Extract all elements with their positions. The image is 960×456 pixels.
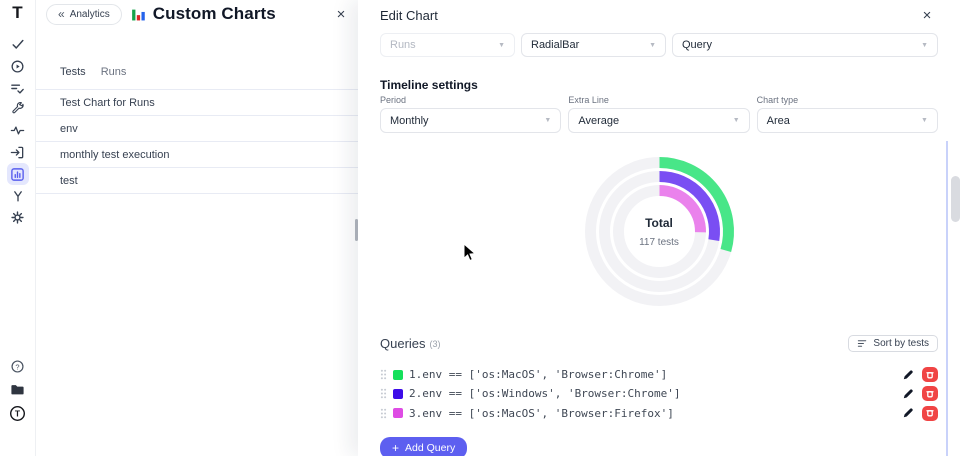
run-circle-icon[interactable]: [7, 55, 29, 77]
trash-icon: [925, 408, 935, 418]
chart-type-label: Chart type: [757, 95, 938, 105]
chart-type-select[interactable]: RadialBar ▼: [521, 33, 666, 57]
query-expression: 2.env == ['os:Windows', 'Browser:Chrome'…: [409, 387, 681, 400]
period-select[interactable]: Monthly ▼: [380, 108, 561, 133]
plus-icon: +: [392, 442, 399, 454]
period-label: Period: [380, 95, 561, 105]
check-icon[interactable]: [7, 33, 29, 55]
edit-chart-close-icon[interactable]: ×: [918, 6, 936, 24]
back-label: Analytics: [70, 9, 110, 20]
chevron-down-icon: ▼: [913, 117, 928, 124]
list-tabs: Tests Runs: [36, 66, 358, 78]
help-icon[interactable]: ?: [7, 355, 29, 377]
chart-config-selects: Runs ▼ RadialBar ▼ Query ▼: [380, 33, 938, 57]
timeline-chart-type-select[interactable]: Area ▼: [757, 108, 938, 133]
app-logo[interactable]: T: [7, 2, 29, 24]
timeline-settings-row: Period Monthly ▼ Extra Line Average ▼ Ch…: [380, 95, 938, 133]
chart-list-item[interactable]: Test Chart for Runs: [36, 90, 358, 116]
charts-panel-header: « Analytics Custom Charts ×: [36, 0, 358, 28]
bar-chart-icon: [130, 6, 147, 23]
delete-query-button[interactable]: [922, 406, 938, 421]
app-window: T ?: [0, 0, 960, 456]
chart-type-field: Chart type Area ▼: [757, 95, 938, 133]
timeline-settings-heading: Timeline settings: [380, 78, 938, 92]
chart-list-item[interactable]: env: [36, 116, 358, 142]
edit-chart-title: Edit Chart: [380, 8, 438, 23]
edit-query-icon[interactable]: [901, 406, 915, 420]
scrollbar-track[interactable]: [946, 141, 948, 456]
queries-header: Queries (3) Sort by tests: [380, 335, 938, 352]
query-row: 1.env == ['os:MacOS', 'Browser:Chrome']: [380, 365, 938, 384]
extra-line-label: Extra Line: [568, 95, 749, 105]
query-expression: 1.env == ['os:MacOS', 'Browser:Chrome']: [409, 368, 667, 381]
chart-list-item[interactable]: monthly test execution: [36, 142, 358, 168]
chevron-down-icon: ▼: [913, 42, 928, 49]
trash-icon: [925, 389, 935, 399]
branch-icon[interactable]: [7, 185, 29, 207]
trash-icon: [925, 370, 935, 380]
radial-bar-chart: Total 117 tests: [572, 144, 747, 319]
query-row: 3.env == ['os:MacOS', 'Browser:Firefox']: [380, 404, 938, 423]
edit-query-icon[interactable]: [901, 368, 915, 382]
icon-sidebar: T ?: [0, 0, 36, 456]
page-title: Custom Charts: [153, 4, 276, 24]
tab-tests[interactable]: Tests: [60, 66, 86, 78]
extra-line-select[interactable]: Average ▼: [568, 108, 749, 133]
import-box-icon[interactable]: [7, 141, 29, 163]
query-color-swatch: [393, 370, 403, 380]
projects-folder-icon[interactable]: [7, 378, 29, 400]
chevron-down-icon: ▼: [490, 42, 505, 49]
delete-query-button[interactable]: [922, 386, 938, 401]
tab-runs[interactable]: Runs: [101, 66, 127, 78]
test-list-icon[interactable]: [7, 77, 29, 99]
chevron-down-icon: ▼: [536, 117, 551, 124]
query-row: 2.env == ['os:Windows', 'Browser:Chrome'…: [380, 384, 938, 403]
query-expression: 3.env == ['os:MacOS', 'Browser:Firefox']: [409, 407, 674, 420]
source-select[interactable]: Runs ▼: [380, 33, 515, 57]
scrollbar-thumb[interactable]: [951, 176, 960, 222]
drag-handle-icon[interactable]: [380, 408, 387, 419]
chevron-down-icon: ▼: [641, 42, 656, 49]
sort-by-tests-button[interactable]: Sort by tests: [848, 335, 938, 352]
edit-query-icon[interactable]: [901, 387, 915, 401]
edit-chart-panel: Edit Chart × Runs ▼ RadialBar ▼ Query ▼ …: [358, 0, 960, 456]
period-field: Period Monthly ▼: [380, 95, 561, 133]
svg-text:?: ?: [15, 362, 19, 371]
back-chevron-icon: «: [58, 8, 65, 20]
sort-icon: [857, 338, 868, 349]
query-color-swatch: [393, 408, 403, 418]
radial-chart-svg: [572, 144, 747, 319]
delete-query-button[interactable]: [922, 367, 938, 382]
query-color-swatch: [393, 389, 403, 399]
query-rows: 1.env == ['os:MacOS', 'Browser:Chrome'] …: [380, 365, 938, 423]
drag-handle-icon[interactable]: [380, 369, 387, 380]
radial-chart-area: Total 117 tests: [380, 140, 938, 323]
chart-list-item[interactable]: test: [36, 168, 358, 194]
svg-text:T: T: [15, 408, 21, 418]
activity-icon[interactable]: [7, 119, 29, 141]
drag-handle-icon[interactable]: [380, 388, 387, 399]
settings-gear-icon[interactable]: [7, 206, 29, 228]
back-to-analytics-button[interactable]: « Analytics: [46, 4, 122, 25]
extra-line-field: Extra Line Average ▼: [568, 95, 749, 133]
mode-select[interactable]: Query ▼: [672, 33, 938, 57]
profile-avatar[interactable]: T: [7, 402, 29, 424]
chevron-down-icon: ▼: [725, 117, 740, 124]
chart-list: Test Chart for Runs env monthly test exe…: [36, 89, 358, 194]
edit-chart-header: Edit Chart ×: [380, 0, 938, 27]
analytics-chart-icon[interactable]: [7, 163, 29, 185]
panel-title: Custom Charts: [130, 4, 276, 24]
tools-wrench-icon[interactable]: [7, 98, 29, 120]
panel-close-icon[interactable]: ×: [332, 5, 350, 23]
panel-resize-handle[interactable]: [355, 219, 358, 241]
queries-heading: Queries: [380, 336, 426, 351]
add-query-button[interactable]: + Add Query: [380, 437, 467, 456]
queries-count: (3): [430, 339, 441, 349]
charts-list-panel: « Analytics Custom Charts × Tests Runs T…: [36, 0, 358, 456]
